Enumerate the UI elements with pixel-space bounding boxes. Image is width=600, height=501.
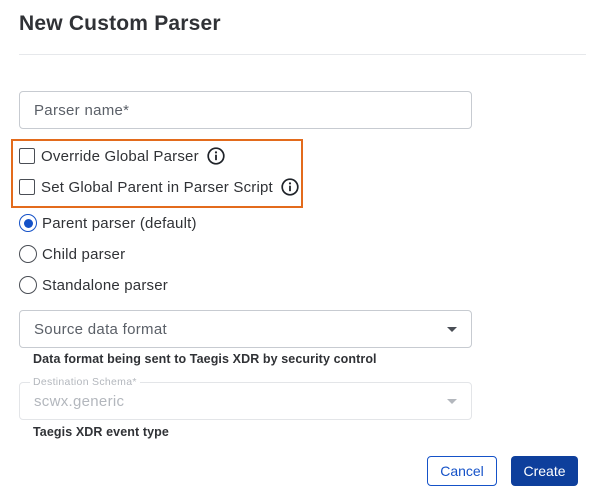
radio-standalone-parser-control[interactable] bbox=[19, 276, 37, 294]
source-data-format-placeholder: Source data format bbox=[34, 320, 167, 338]
radio-parent-parser-control[interactable] bbox=[19, 214, 37, 232]
radio-parent-parser-label: Parent parser (default) bbox=[42, 214, 197, 232]
destination-schema-helper: Taegis XDR event type bbox=[33, 425, 169, 439]
override-global-parser-checkbox[interactable] bbox=[19, 148, 35, 164]
parser-name-input[interactable] bbox=[20, 92, 471, 128]
info-icon[interactable] bbox=[207, 147, 225, 165]
chevron-down-icon bbox=[447, 398, 457, 404]
set-global-parent-label: Set Global Parent in Parser Script bbox=[41, 178, 273, 196]
radio-parent-parser[interactable]: Parent parser (default) bbox=[19, 213, 197, 233]
parser-name-field[interactable] bbox=[19, 91, 472, 129]
source-data-format-helper: Data format being sent to Taegis XDR by … bbox=[33, 352, 377, 366]
info-icon[interactable] bbox=[281, 178, 299, 196]
radio-child-parser-control[interactable] bbox=[19, 245, 37, 263]
set-global-parent-checkbox[interactable] bbox=[19, 179, 35, 195]
radio-child-parser[interactable]: Child parser bbox=[19, 244, 125, 264]
radio-standalone-parser-label: Standalone parser bbox=[42, 276, 168, 294]
override-global-parser-label: Override Global Parser bbox=[41, 147, 199, 165]
chevron-down-icon[interactable] bbox=[447, 326, 457, 332]
override-global-parser-row[interactable]: Override Global Parser bbox=[19, 146, 225, 166]
cancel-button[interactable]: Cancel bbox=[427, 456, 497, 486]
radio-standalone-parser[interactable]: Standalone parser bbox=[19, 275, 168, 295]
dialog-title: New Custom Parser bbox=[19, 12, 221, 35]
title-divider bbox=[19, 54, 586, 55]
set-global-parent-row[interactable]: Set Global Parent in Parser Script bbox=[19, 177, 299, 197]
source-data-format-select[interactable]: Source data format bbox=[19, 310, 472, 348]
create-button[interactable]: Create bbox=[511, 456, 578, 486]
destination-schema-value: scwx.generic bbox=[34, 392, 125, 410]
radio-child-parser-label: Child parser bbox=[42, 245, 126, 263]
destination-schema-label: Destination Schema* bbox=[30, 376, 140, 388]
